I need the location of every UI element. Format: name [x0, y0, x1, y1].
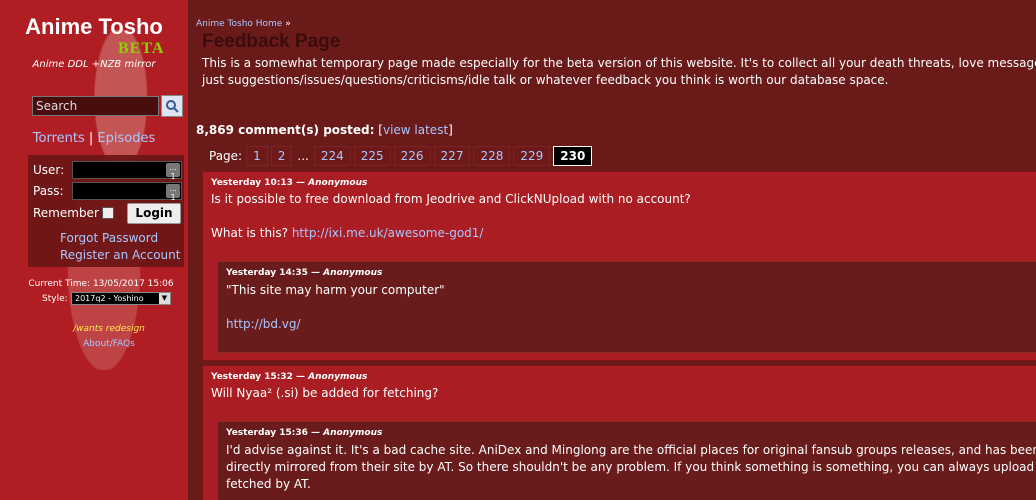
comment-count: 8,869 comment(s) posted: [view latest] [196, 123, 453, 137]
bracket-close: ] [448, 123, 453, 137]
reply-link[interactable]: http://bd.vg/ [226, 316, 301, 333]
comment-time: Yesterday 10:13 [211, 178, 293, 188]
site-logo-title[interactable]: Anime Tosho [0, 14, 188, 40]
breadcrumb-separator: » [285, 19, 291, 29]
breadcrumb-home-link[interactable]: Anime Tosho Home [196, 19, 282, 29]
page-link[interactable]: 228 [473, 146, 511, 166]
magnifier-icon [166, 100, 179, 113]
pass-label: Pass: [33, 184, 64, 198]
ellipsis-icon[interactable]: ... 1 [166, 184, 180, 202]
wants-redesign-text: /wants redesign [73, 324, 145, 334]
comment-link[interactable]: http://ixi.me.uk/awesome-god1/ [292, 226, 484, 240]
comment-author: Anonymous [308, 178, 368, 188]
comment-text: Is it possible to free download from Jeo… [211, 192, 691, 206]
intro-line: This is a somewhat temporary page made e… [202, 56, 1036, 70]
comment-author: Anonymous [308, 372, 368, 382]
comment-text: What is this? http://ixi.me.uk/awesome-g… [211, 225, 483, 242]
search-input[interactable] [32, 96, 159, 116]
reply-text: "This site may harm your computer" [226, 283, 445, 297]
comment-dash: — [296, 372, 306, 382]
comment-time: Yesterday 15:32 [211, 372, 293, 382]
reply-text: I'd advise against it. It's a bad cache … [226, 443, 1036, 457]
comment-header: Yesterday 15:32 — Anonymous [211, 372, 367, 382]
style-label: Style: [42, 294, 68, 304]
page-link[interactable]: 225 [353, 146, 391, 166]
page-link[interactable]: 229 [513, 146, 551, 166]
password-field[interactable]: ... 1 [72, 182, 182, 202]
page-link[interactable]: 226 [393, 146, 431, 166]
style-select-value: 2017q2 - Yoshino [75, 294, 144, 303]
chevron-down-icon[interactable]: ▼ [159, 293, 170, 304]
main-content: Anime Tosho Home » Feedback Page This is… [188, 0, 1036, 500]
login-button[interactable]: Login [127, 203, 181, 224]
page-title: Feedback Page [202, 31, 341, 52]
reply-text: directly mirrored from their site by AT.… [226, 460, 1036, 474]
comment-count-text: 8,869 comment(s) posted: [196, 123, 375, 137]
nav-separator: | [88, 131, 94, 146]
view-latest-link[interactable]: view latest [383, 123, 448, 137]
comment: Yesterday 15:32 — Anonymous Will Nyaa² (… [202, 365, 1036, 500]
remember-checkbox[interactable] [102, 207, 114, 219]
sidebar: Anime Tosho BETA Anime DDL +NZB mirror T… [0, 0, 188, 500]
comment-text-prefix: What is this? [211, 226, 292, 240]
forgot-password-link[interactable]: Forgot Password [60, 231, 158, 245]
site-logo-beta: BETA [118, 40, 165, 57]
page-link[interactable]: 224 [313, 146, 351, 166]
search-button[interactable] [161, 95, 183, 117]
reply: Yesterday 15:36 — Anonymous I'd advise a… [217, 421, 1036, 500]
intro-line: just suggestions/issues/questions/critic… [202, 73, 889, 87]
page-ellipsis: ... [297, 149, 309, 163]
reply-header: Yesterday 15:36 — Anonymous [226, 428, 382, 438]
reply-author: Anonymous [323, 268, 383, 278]
current-time: Current Time: 13/05/2017 15:06 [28, 279, 174, 289]
page-current: 230 [553, 146, 593, 166]
breadcrumb: Anime Tosho Home » [196, 19, 291, 29]
reply-author: Anonymous [323, 428, 383, 438]
reply-text: fetched by AT. [226, 477, 311, 491]
style-select[interactable]: 2017q2 - Yoshino ▼ [71, 292, 171, 305]
ellipsis-icon[interactable]: ... 1 [166, 163, 180, 181]
page-link[interactable]: 227 [433, 146, 471, 166]
username-field[interactable]: ... 1 [72, 161, 182, 181]
intro-text: This is a somewhat temporary page made e… [202, 55, 1036, 89]
sidebar-nav: Torrents | Episodes [0, 131, 188, 146]
reply-dash: — [311, 268, 321, 278]
register-link[interactable]: Register an Account [60, 248, 180, 262]
comment-header: Yesterday 10:13 — Anonymous [211, 178, 367, 188]
reply-header: Yesterday 14:35 — Anonymous [226, 268, 382, 278]
episodes-link[interactable]: Episodes [97, 131, 155, 146]
reply: Yesterday 14:35 — Anonymous "This site m… [217, 261, 1036, 353]
page-link[interactable]: 2 [270, 146, 293, 166]
comment: Yesterday 10:13 — Anonymous Is it possib… [202, 171, 1036, 361]
remember-label: Remember [33, 206, 99, 220]
pager-label: Page: [209, 149, 243, 163]
about-faqs-link[interactable]: About/FAQs [0, 339, 188, 349]
user-label: User: [33, 163, 65, 177]
comment-dash: — [296, 178, 306, 188]
page-link[interactable]: 1 [246, 146, 268, 166]
reply-time: Yesterday 15:36 [226, 428, 308, 438]
site-tagline: Anime DDL +NZB mirror [32, 59, 156, 70]
comment-text: Will Nyaa² (.si) be added for fetching? [211, 386, 439, 400]
pagination: Page: 1 2 ... 224 225 226 227 228 229 23… [209, 146, 595, 166]
reply-dash: — [311, 428, 321, 438]
reply-time: Yesterday 14:35 [226, 268, 308, 278]
torrents-link[interactable]: Torrents [33, 131, 85, 146]
